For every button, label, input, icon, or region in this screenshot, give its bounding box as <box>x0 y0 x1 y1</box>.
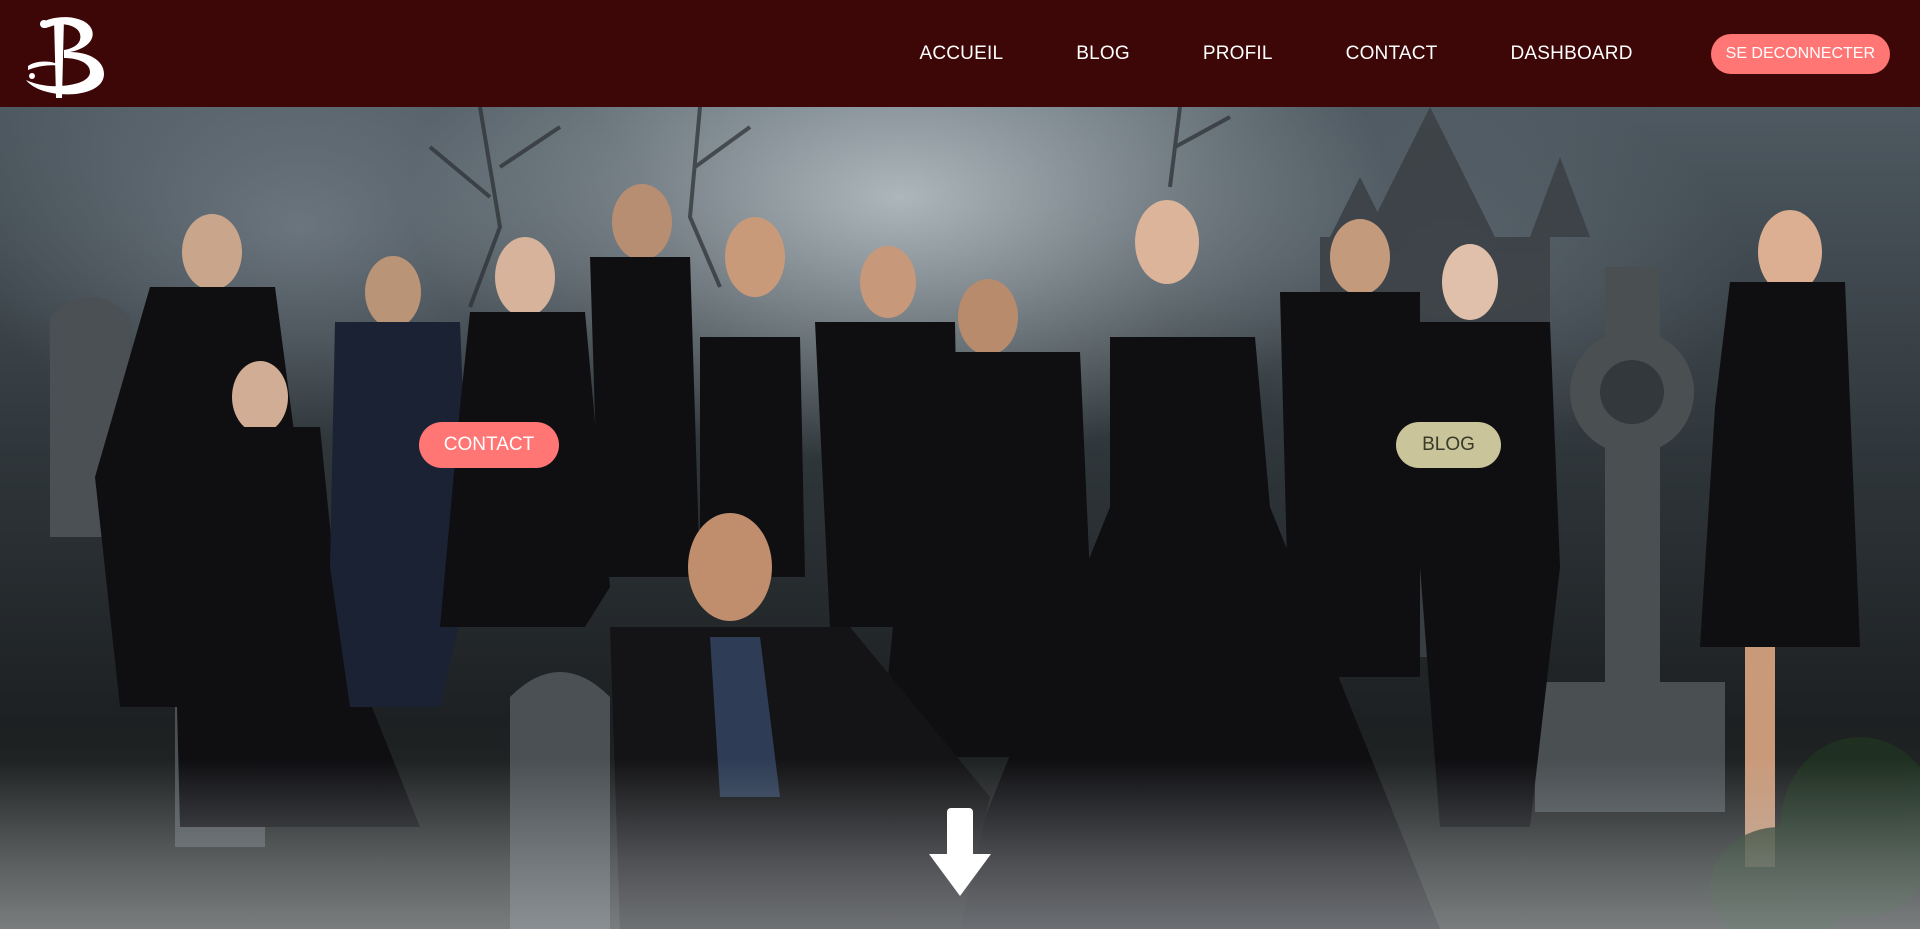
logout-button[interactable]: SE DECONNECTER <box>1710 33 1890 74</box>
hero-banner: CONTACT BLOG <box>0 107 1920 929</box>
arrow-down-icon[interactable] <box>929 808 991 896</box>
nav-blog[interactable]: BLOG <box>1076 43 1130 65</box>
buffy-b-logo-icon[interactable] <box>20 10 112 100</box>
main-nav: ACCUEIL BLOG PROFIL CONTACT DASHBOARD SE… <box>919 0 1890 107</box>
navbar: ACCUEIL BLOG PROFIL CONTACT DASHBOARD SE… <box>0 0 1920 107</box>
nav-dashboard[interactable]: DASHBOARD <box>1510 43 1632 65</box>
hero-cast-image <box>50 107 1920 929</box>
hero-contact-button[interactable]: CONTACT <box>419 422 559 468</box>
hero-blog-button[interactable]: BLOG <box>1396 422 1501 468</box>
nav-contact[interactable]: CONTACT <box>1346 43 1438 65</box>
nav-profil[interactable]: PROFIL <box>1203 43 1273 65</box>
nav-accueil[interactable]: ACCUEIL <box>919 43 1003 65</box>
